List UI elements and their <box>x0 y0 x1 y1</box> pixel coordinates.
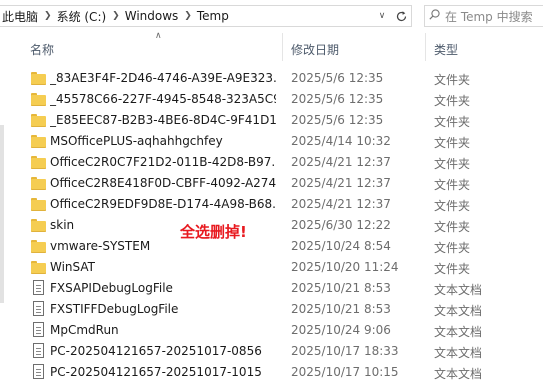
file-type: 文本文档 <box>434 304 483 318</box>
file-row[interactable]: _E85EEC87-B2B3-4BE6-8D4C-9F41D1... 2025/5… <box>6 110 543 131</box>
file-name[interactable]: PC-202504121657-20251017-1015 <box>50 365 276 379</box>
file-modified-date: 2025/4/21 12:37 <box>291 197 391 211</box>
file-modified-date: 2025/5/6 12:35 <box>291 92 384 106</box>
file-name[interactable]: MSOfficePLUS-aqhahhgchfey <box>50 134 276 148</box>
address-row: 此电脑 ❯ 系统 (C:) ❯ Windows ❯ Temp ∨ 在 Temp … <box>0 0 543 33</box>
file-type: 文件夹 <box>434 220 471 234</box>
file-row[interactable]: OfficeC2R8E418F0D-CBFF-4092-A274... 2025/… <box>6 173 543 194</box>
file-type: 文件夹 <box>434 199 471 213</box>
file-name[interactable]: _45578C66-227F-4945-8548-323A5C9... <box>50 92 276 106</box>
file-row[interactable]: MSOfficePLUS-aqhahhgchfey 2025/4/14 10:32… <box>6 131 543 152</box>
file-row[interactable]: _45578C66-227F-4945-8548-323A5C9... 2025/… <box>6 89 543 110</box>
file-type: 文件夹 <box>434 178 471 192</box>
file-name[interactable]: MpCmdRun <box>50 323 276 337</box>
file-type: 文件夹 <box>434 94 471 108</box>
file-modified-date: 2025/10/20 11:24 <box>291 260 399 274</box>
search-icon <box>429 9 440 23</box>
chevron-down-icon[interactable]: ∨ <box>375 9 389 23</box>
file-row[interactable]: OfficeC2R9EDF9D8E-D174-4A98-B68... 2025/4… <box>6 194 543 215</box>
column-divider[interactable] <box>282 33 283 61</box>
file-row[interactable]: _83AE3F4F-2D46-4746-A39E-A9E323... 2025/5… <box>6 68 543 89</box>
text-document-icon <box>31 364 46 380</box>
folder-icon <box>31 259 46 275</box>
folder-icon <box>31 175 46 191</box>
file-modified-date: 2025/4/21 12:37 <box>291 176 391 190</box>
file-type: 文本文档 <box>434 325 483 339</box>
file-name[interactable]: OfficeC2R0C7F21D2-011B-42D8-B97... <box>50 155 276 169</box>
file-modified-date: 2025/4/21 12:37 <box>291 155 391 169</box>
folder-icon <box>31 112 46 128</box>
file-modified-date: 2025/6/30 12:22 <box>291 218 391 232</box>
search-placeholder: 在 Temp 中搜索 <box>445 9 533 24</box>
file-type: 文件夹 <box>434 73 471 87</box>
breadcrumb-this-pc[interactable]: 此电脑 <box>0 8 41 25</box>
text-document-icon <box>31 322 46 338</box>
column-header-type[interactable]: 类型 <box>434 41 458 58</box>
file-modified-date: 2025/5/6 12:35 <box>291 113 384 127</box>
file-row[interactable]: WinSAT 2025/10/20 11:24 文件夹 <box>6 257 543 278</box>
file-row[interactable]: vmware-SYSTEM 2025/10/24 8:54 文件夹 <box>6 236 543 257</box>
column-divider[interactable] <box>425 33 426 61</box>
file-row[interactable]: PC-202504121657-20251017-0856 2025/10/17 … <box>6 341 543 362</box>
file-name[interactable]: PC-202504121657-20251017-0856 <box>50 344 276 358</box>
search-field[interactable]: 在 Temp 中搜索 <box>424 5 543 27</box>
file-row[interactable]: skin 2025/6/30 12:22 文件夹 <box>6 215 543 236</box>
chevron-right-icon[interactable]: ❯ <box>181 11 195 21</box>
file-type: 文件夹 <box>434 157 471 171</box>
file-row[interactable]: MpCmdRun 2025/10/24 9:06 文本文档 <box>6 320 543 341</box>
column-header-date[interactable]: 修改日期 <box>291 41 339 58</box>
address-bar[interactable]: 此电脑 ❯ 系统 (C:) ❯ Windows ❯ Temp ∨ <box>0 5 412 27</box>
file-name[interactable]: _E85EEC87-B2B3-4BE6-8D4C-9F41D1... <box>50 113 276 127</box>
file-modified-date: 2025/10/24 9:06 <box>291 323 391 337</box>
folder-icon <box>31 133 46 149</box>
folder-icon <box>31 154 46 170</box>
file-modified-date: 2025/10/17 10:15 <box>291 365 399 379</box>
folder-icon <box>31 238 46 254</box>
file-name[interactable]: OfficeC2R8E418F0D-CBFF-4092-A274... <box>50 176 276 190</box>
file-name[interactable]: WinSAT <box>50 260 276 274</box>
text-document-icon <box>31 280 46 296</box>
breadcrumb-temp[interactable]: Temp <box>195 9 232 23</box>
folder-icon <box>31 91 46 107</box>
file-type: 文件夹 <box>434 115 471 129</box>
file-modified-date: 2025/5/6 12:35 <box>291 71 384 85</box>
sort-ascending-icon: ∧ <box>155 31 162 41</box>
file-type: 文本文档 <box>434 283 483 297</box>
navigation-scrollbar[interactable] <box>0 125 4 303</box>
annotation-text: 全选删掉! <box>180 223 247 241</box>
file-row[interactable]: OfficeC2R0C7F21D2-011B-42D8-B97... 2025/4… <box>6 152 543 173</box>
file-type: 文本文档 <box>434 346 483 360</box>
column-header-row: ∧ 名称 修改日期 类型 <box>6 31 543 61</box>
file-type: 文件夹 <box>434 262 471 276</box>
file-name[interactable]: OfficeC2R9EDF9D8E-D174-4A98-B68... <box>50 197 276 211</box>
file-type: 文件夹 <box>434 241 471 255</box>
breadcrumb-windows[interactable]: Windows <box>123 9 182 23</box>
file-type: 文本文档 <box>434 367 483 381</box>
file-modified-date: 2025/4/14 10:32 <box>291 134 391 148</box>
folder-icon <box>31 70 46 86</box>
file-type: 文件夹 <box>434 136 471 150</box>
folder-icon <box>31 217 46 233</box>
chevron-right-icon[interactable]: ❯ <box>109 11 123 21</box>
file-row[interactable]: FXSTIFFDebugLogFile 2025/10/21 8:53 文本文档 <box>6 299 543 320</box>
file-modified-date: 2025/10/21 8:53 <box>291 302 391 316</box>
file-name[interactable]: FXSTIFFDebugLogFile <box>50 302 276 316</box>
text-document-icon <box>31 343 46 359</box>
folder-icon <box>31 196 46 212</box>
file-modified-date: 2025/10/24 8:54 <box>291 239 391 253</box>
file-list: _83AE3F4F-2D46-4746-A39E-A9E323... 2025/5… <box>6 68 543 383</box>
file-modified-date: 2025/10/17 18:33 <box>291 344 399 358</box>
breadcrumb-drive-c[interactable]: 系统 (C:) <box>55 8 110 25</box>
refresh-icon[interactable] <box>393 8 409 24</box>
text-document-icon <box>31 301 46 317</box>
file-modified-date: 2025/10/21 8:53 <box>291 281 391 295</box>
column-header-name[interactable]: 名称 <box>30 41 54 58</box>
file-name[interactable]: FXSAPIDebugLogFile <box>50 281 276 295</box>
file-row[interactable]: FXSAPIDebugLogFile 2025/10/21 8:53 文本文档 <box>6 278 543 299</box>
chevron-right-icon[interactable]: ❯ <box>41 11 55 21</box>
file-row[interactable]: PC-202504121657-20251017-1015 2025/10/17 … <box>6 362 543 383</box>
file-name[interactable]: _83AE3F4F-2D46-4746-A39E-A9E323... <box>50 71 276 85</box>
